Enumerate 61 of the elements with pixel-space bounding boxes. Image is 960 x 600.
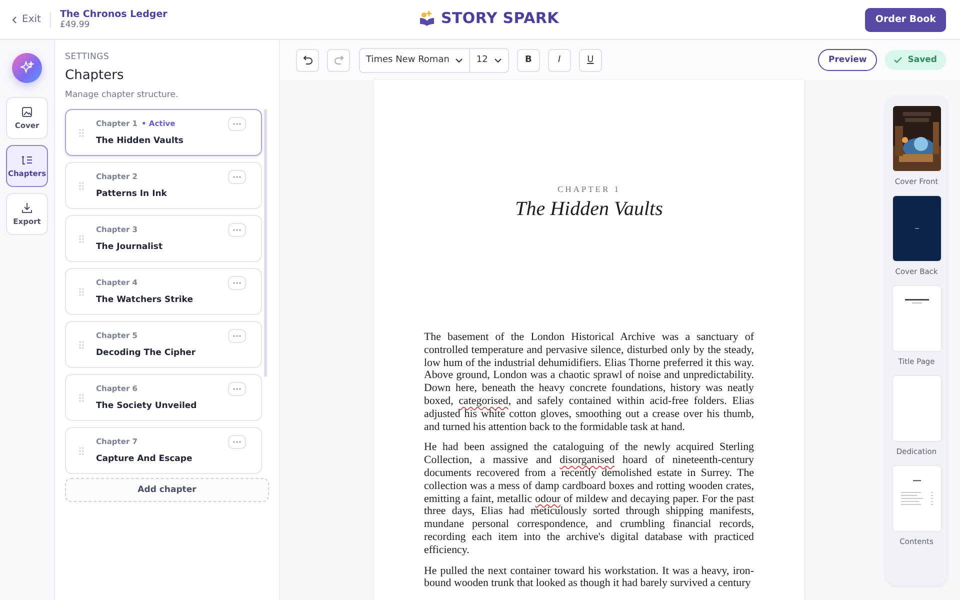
drag-handle-icon[interactable] — [78, 234, 84, 242]
drag-handle-icon[interactable] — [78, 340, 84, 348]
open-book-icon — [418, 9, 436, 27]
panel-description: Manage chapter structure. — [65, 90, 180, 100]
checkmark-icon — [894, 57, 902, 63]
book-title: The Chronos Ledger — [60, 9, 168, 20]
chapter-title: The Society Unveiled — [96, 401, 198, 411]
more-options-button[interactable] — [228, 382, 246, 396]
body-paragraph: He pulled the next container toward his workstation. It was a heavy, iron-bound wooden trunk that looked as though it had barely survived a century — [424, 564, 754, 590]
panel-title: Chapters — [65, 68, 125, 83]
blank-page-drawing[interactable] — [892, 376, 940, 441]
drag-handle-icon[interactable] — [78, 394, 84, 402]
chapter-title: Patterns In Ink — [96, 189, 168, 199]
more-options-button[interactable] — [228, 170, 246, 184]
chapter-title: The Journalist — [96, 242, 164, 252]
book-price: £49.99 — [60, 20, 91, 30]
section-label: SETTINGS — [65, 52, 110, 62]
more-options-button[interactable] — [228, 117, 246, 131]
scrollbar[interactable] — [264, 109, 267, 377]
drag-handle-icon[interactable] — [78, 128, 84, 136]
undo-icon — [302, 55, 312, 65]
chevron-down-icon — [494, 58, 502, 62]
cover-back-drawing[interactable] — [892, 196, 940, 261]
more-options-button[interactable] — [228, 223, 246, 237]
ai-sparkle-button[interactable] — [12, 53, 42, 83]
contents-page-drawing[interactable] — [892, 466, 940, 531]
font-size-dropdown[interactable]: 12 — [469, 48, 508, 72]
underline-button[interactable]: U — [578, 48, 602, 72]
brand-logo: STORY SPARK — [441, 9, 560, 27]
exit-button[interactable]: Exit — [12, 14, 41, 25]
drag-handle-icon[interactable] — [78, 288, 84, 296]
preview-button[interactable]: Preview — [818, 49, 877, 71]
body-paragraph: He had been assigned the cataloguing of the newly acquired Sterling Collection, a massive and disorganised hoard of nineteenth-century documents recovered from a recently demolished estate in Surrey. The collection was a mess of damp cardboard boxes and rotting wooden crates, emitting a faint, metallic odour of mildew and decaying paper. For the past three days, Elias had meticulously sorted through shipping manifests, mundane personal correspondence, and crumbling financial records, recording each item into the archive's digital database with practiced efficiency. — [424, 441, 754, 557]
chapter-title: Capture And Escape — [96, 454, 194, 464]
chapter-heading: The Hidden Vaults — [514, 198, 664, 221]
title-page-drawing[interactable] — [892, 286, 940, 351]
chevron-left-icon — [12, 16, 17, 24]
image-icon — [21, 106, 33, 118]
undo-button[interactable] — [296, 48, 319, 72]
body-paragraph: The basement of the London Historical Archive was a sanctuary of controlled temperature and pervasive silence, disturbed only by the steady, low hum of the industrial dehumidifiers. Elias Thorne preferred it this way. Above ground, London was a chaotic sprawl of noise and unpredictability. Down here, beneath the heavy concrete foundations, history was neatly boxed, categorised, and safely contained within acid-free folders. Elias adjusted his white cotton gloves, smoothing out a crease over his thumb, and turned his attention back to the formidable task at hand. — [424, 331, 754, 434]
chevron-down-icon — [455, 58, 464, 62]
sparkle-icon — [20, 61, 34, 75]
italic-button[interactable]: I — [548, 48, 571, 72]
more-options-button[interactable] — [228, 329, 246, 343]
font-dropdown[interactable]: Times New Roman — [360, 48, 470, 72]
drag-handle-icon[interactable] — [78, 446, 84, 454]
redo-button[interactable] — [327, 48, 350, 72]
saved-badge: Saved — [884, 50, 946, 70]
more-options-button[interactable] — [228, 276, 246, 290]
list-icon — [21, 154, 33, 166]
chapter-title: Decoding The Cipher — [96, 348, 197, 358]
chapter-label: CHAPTER 1 — [556, 184, 622, 194]
download-icon — [21, 202, 33, 214]
redo-icon — [334, 55, 344, 65]
more-options-button[interactable] — [228, 435, 246, 449]
add-chapter-button[interactable]: Add chapter — [65, 478, 269, 502]
bold-button[interactable]: B — [516, 48, 540, 72]
chapter-title: The Watchers Strike — [96, 295, 194, 305]
drag-handle-icon[interactable] — [78, 182, 84, 190]
chapter-title: The Hidden Vaults — [96, 136, 184, 146]
order-book-button[interactable]: Order Book — [865, 8, 946, 32]
